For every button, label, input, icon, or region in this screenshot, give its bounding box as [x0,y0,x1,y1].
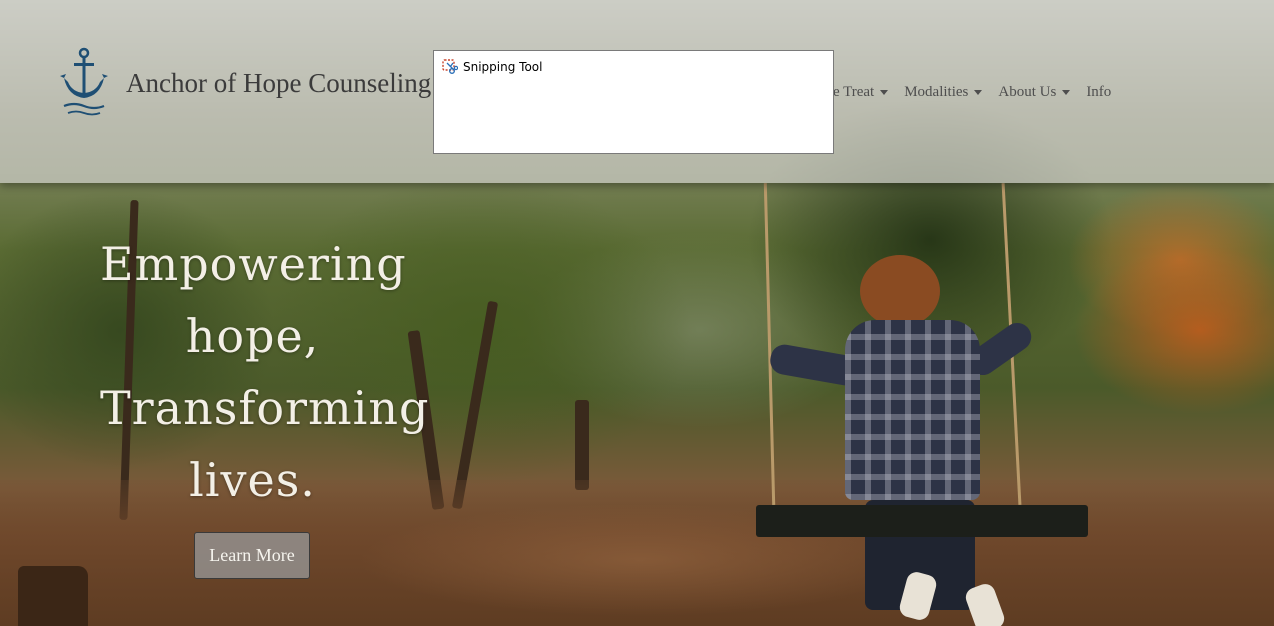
hero-headline-line: Empowering [100,237,407,291]
hero-headline: Empowering hope, Transforming lives. [100,228,428,516]
nav-item-info[interactable]: Info [1086,84,1111,101]
page: Anchor of Hope Counseling We Treat Modal… [0,0,1274,626]
swing-seat [756,505,1088,537]
hero-headline-line: Transforming [100,381,430,435]
snipping-tool-titlebar[interactable]: Snipping Tool [442,58,542,76]
tree-trunk [451,300,499,510]
snipping-tool-window[interactable]: Snipping Tool [433,50,834,154]
nav-item-label: Info [1086,83,1112,100]
caret-down-icon [1062,89,1071,95]
brand-title[interactable]: Anchor of Hope Counseling [126,68,431,99]
snipping-tool-title: Snipping Tool [463,60,543,74]
learn-more-button[interactable]: Learn More [194,532,310,579]
child-on-swing [768,255,1037,626]
scissors-icon [442,59,458,74]
nav-item-about-us[interactable]: About Us [998,83,1071,101]
nav-item-label: About Us [998,83,1057,100]
child-head [860,255,940,327]
tree-trunk [575,400,589,490]
tree-stump [18,566,88,626]
caret-down-icon [974,89,983,95]
hero-headline-line: lives. [189,453,316,507]
nav-item-modalities[interactable]: Modalities [904,83,983,101]
child-torso [845,320,980,500]
caret-down-icon [880,89,889,95]
anchor-icon[interactable] [60,46,108,122]
main-navigation: We Treat Modalities About Us Info [820,82,1127,102]
swing-rope-left [763,183,776,505]
hero-headline-line: hope, [185,309,320,363]
nav-item-label: Modalities [904,83,969,100]
